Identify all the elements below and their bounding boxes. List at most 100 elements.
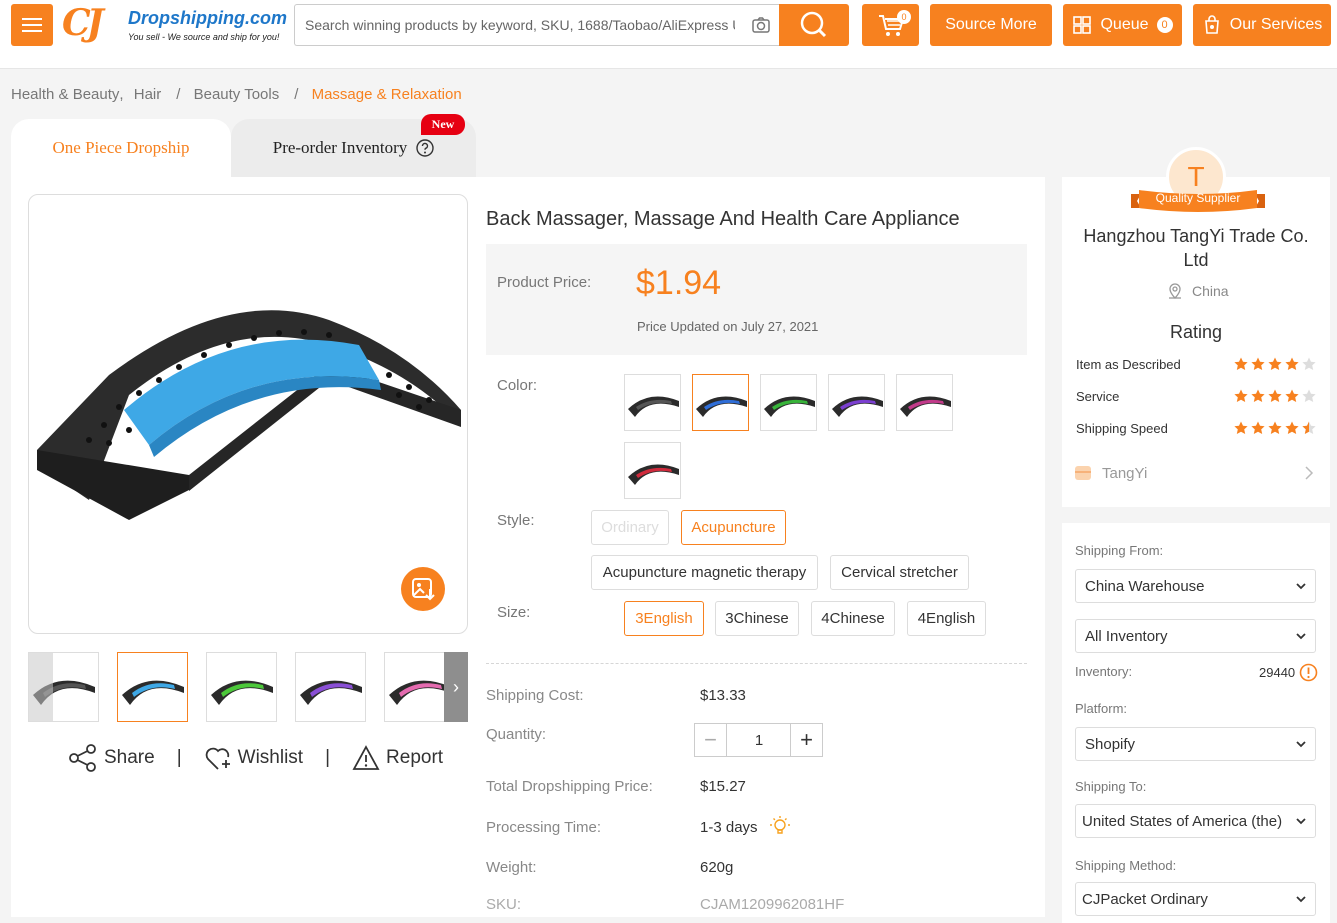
share-label: Share	[104, 747, 155, 768]
star-rating	[1234, 357, 1316, 371]
download-images-button[interactable]	[401, 567, 445, 611]
tab-preorder-label: Pre-order Inventory	[272, 138, 408, 157]
shipping-from-select[interactable]: China Warehouse	[1075, 569, 1316, 603]
store-icon	[1075, 466, 1091, 480]
top-header: CJ Dropshipping.com You sell - We source…	[0, 0, 1337, 69]
cart-button[interactable]: 0	[862, 4, 919, 46]
supplier-name[interactable]: Hangzhou TangYi Trade Co. Ltd	[1076, 224, 1316, 272]
search-input[interactable]	[305, 5, 735, 45]
thumbnail[interactable]	[295, 652, 366, 722]
search-button[interactable]	[779, 4, 849, 46]
chevron-down-icon	[1296, 583, 1306, 590]
star-icon	[1251, 389, 1265, 402]
star-icon	[1251, 421, 1265, 434]
product-actions: Share | Wishlist | Report	[68, 743, 443, 773]
color-swatch-blue[interactable]	[692, 374, 749, 431]
star-icon	[1285, 421, 1299, 434]
color-swatch-purple[interactable]	[828, 374, 885, 431]
services-icon	[1204, 15, 1219, 34]
shipping-from-value: China Warehouse	[1085, 577, 1205, 595]
style-option-cervical[interactable]: Cervical stretcher	[830, 555, 969, 590]
quantity-increase-button[interactable]: +	[790, 724, 822, 756]
product-title: Back Massager, Massage And Health Care A…	[486, 208, 960, 230]
our-services-button[interactable]: Our Services	[1193, 4, 1331, 46]
source-more-button[interactable]: Source More	[930, 4, 1052, 46]
chevron-down-icon	[1296, 741, 1306, 748]
star-icon	[1268, 389, 1282, 402]
lightbulb-icon[interactable]	[769, 815, 791, 837]
quantity-decrease-button[interactable]: −	[695, 724, 727, 756]
share-icon	[69, 744, 96, 772]
size-option[interactable]: 4Chinese	[811, 601, 895, 636]
style-option-acupuncture[interactable]: Acupuncture	[681, 510, 786, 545]
thumbnail[interactable]	[117, 652, 188, 722]
breadcrumb-item[interactable]: Beauty Tools	[194, 86, 280, 103]
star-icon	[1234, 357, 1248, 370]
breadcrumb-item[interactable]: Health & Beauty	[11, 86, 119, 103]
star-empty-icon	[1302, 357, 1316, 370]
star-icon	[1234, 421, 1248, 434]
supplier-location: China	[1166, 282, 1229, 300]
logo-mark: CJ	[62, 2, 104, 44]
color-swatch-red[interactable]	[624, 442, 681, 499]
share-button[interactable]: Share	[68, 744, 155, 772]
new-badge: New	[421, 114, 465, 135]
price-updated: Price Updated on July 27, 2021	[637, 319, 819, 334]
report-label: Report	[386, 747, 444, 768]
color-swatch-black[interactable]	[624, 374, 681, 431]
logo[interactable]: CJ Dropshipping.com You sell - We source…	[62, 2, 287, 46]
rating-row: Service	[1076, 389, 1316, 407]
style-option-ordinary[interactable]: Ordinary	[591, 510, 669, 545]
star-rating	[1234, 421, 1316, 435]
style-option-magnetic[interactable]: Acupuncture magnetic therapy	[591, 555, 818, 590]
help-icon[interactable]	[416, 139, 434, 157]
price-label: Product Price:	[497, 274, 592, 291]
platform-select[interactable]: Shopify	[1075, 727, 1316, 761]
queue-label: Queue	[1100, 16, 1149, 33]
chevron-right-icon	[1305, 466, 1314, 480]
color-swatch-pink[interactable]	[896, 374, 953, 431]
size-option[interactable]: 3English	[624, 601, 704, 636]
total-price-label: Total Dropshipping Price:	[486, 778, 653, 795]
star-icon	[1234, 389, 1248, 402]
star-icon	[1268, 357, 1282, 370]
quality-supplier-ribbon: Quality Supplier	[1131, 188, 1265, 214]
thumbnail-strip: ›	[28, 652, 468, 722]
shipping-to-value: United States of America (the)	[1082, 812, 1283, 830]
quantity-label: Quantity:	[486, 726, 547, 743]
queue-count-badge: 0	[1156, 17, 1173, 33]
thumbnail[interactable]	[206, 652, 277, 722]
shipping-cost-value: $13.33	[700, 687, 746, 704]
shipping-to-select[interactable]: United States of America (the)	[1075, 804, 1316, 838]
thumbnail-next-button[interactable]: ›	[444, 652, 468, 722]
cart-count-badge: 0	[897, 10, 911, 24]
size-option[interactable]: 4English	[907, 601, 986, 636]
queue-button[interactable]: Queue 0	[1063, 4, 1182, 46]
shipping-from-label: Shipping From:	[1075, 543, 1164, 558]
size-option[interactable]: 3Chinese	[715, 601, 799, 636]
wishlist-label: Wishlist	[237, 747, 304, 768]
info-alert-icon[interactable]	[1299, 663, 1318, 682]
supplier-store-link[interactable]: TangYi	[1074, 462, 1318, 486]
menu-icon[interactable]	[11, 4, 53, 46]
weight-label: Weight:	[486, 859, 537, 876]
processing-time-label: Processing Time:	[486, 819, 602, 836]
style-label: Style:	[497, 512, 535, 529]
color-swatch-green[interactable]	[760, 374, 817, 431]
report-button[interactable]: Report	[352, 745, 443, 771]
shipping-method-select[interactable]: CJPacket Ordinary	[1075, 882, 1316, 916]
wishlist-button[interactable]: Wishlist	[204, 745, 303, 771]
tab-one-piece-dropship[interactable]: One Piece Dropship	[11, 119, 231, 177]
inventory-type-select[interactable]: All Inventory	[1075, 619, 1316, 653]
star-rating	[1234, 389, 1316, 403]
thumbnail[interactable]	[28, 652, 99, 722]
camera-icon[interactable]	[751, 15, 771, 35]
quantity-input[interactable]	[728, 724, 790, 756]
quantity-stepper: − +	[694, 723, 823, 757]
breadcrumb-current[interactable]: Massage & Relaxation	[312, 86, 462, 103]
breadcrumb-item[interactable]: Hair	[134, 86, 162, 103]
action-separator: |	[176, 747, 182, 768]
rating-row: Item as Described	[1076, 357, 1316, 375]
color-label: Color:	[497, 377, 538, 394]
star-icon	[1285, 357, 1299, 370]
